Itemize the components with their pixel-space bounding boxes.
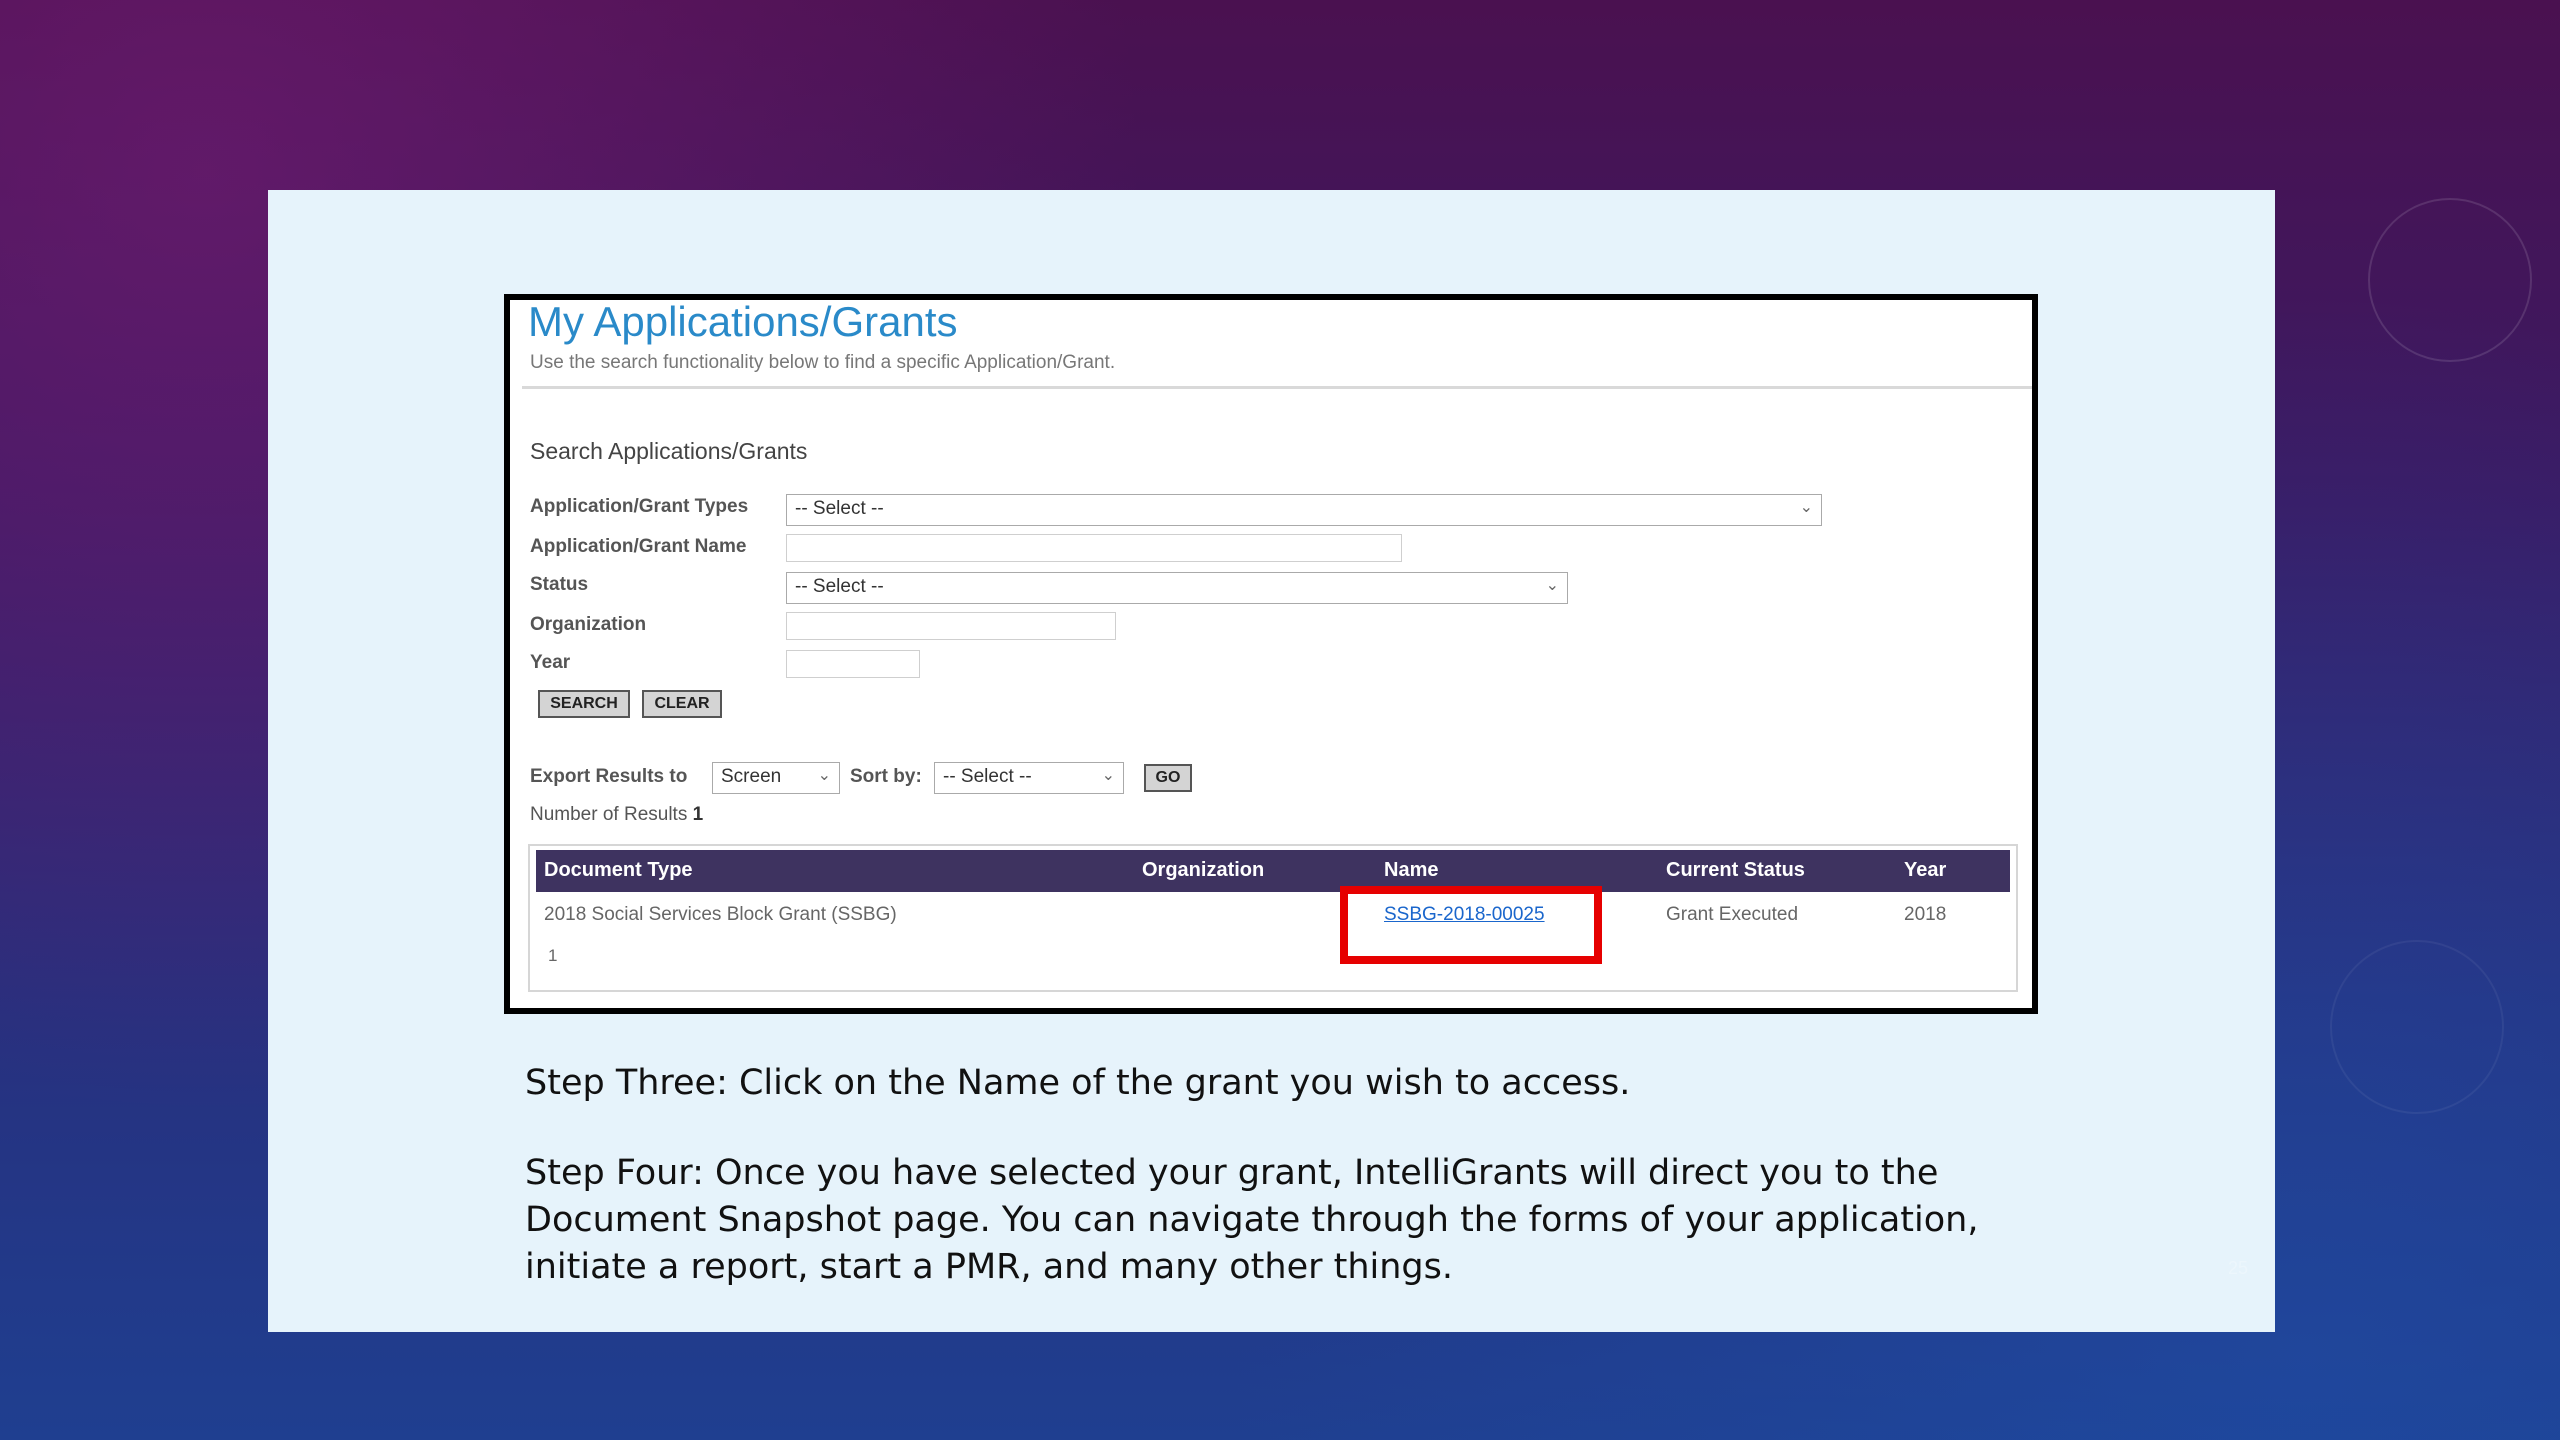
decorative-circle	[2368, 198, 2532, 362]
results-count-label: Number of Results	[530, 804, 688, 825]
column-header-current-status[interactable]: Current Status	[1666, 859, 1805, 882]
export-select[interactable]: Screen ⌄	[712, 762, 840, 794]
title-divider	[522, 386, 2032, 389]
results-table: Document Type Organization Name Current …	[528, 844, 2018, 992]
pagination-page[interactable]: 1	[548, 946, 557, 966]
chevron-down-icon: ⌄	[1101, 767, 1115, 784]
slide-page-number: 25	[2228, 1258, 2249, 1278]
status-value: -- Select --	[795, 576, 884, 597]
grant-name-input[interactable]	[786, 534, 1402, 562]
search-heading: Search Applications/Grants	[530, 438, 808, 464]
results-count: Number of Results 1	[530, 804, 703, 826]
step-three-text: Step Three: Click on the Name of the gra…	[525, 1063, 1631, 1103]
column-header-document-type[interactable]: Document Type	[544, 859, 693, 882]
table-header: Document Type Organization Name Current …	[536, 850, 2010, 892]
go-button[interactable]: GO	[1144, 764, 1192, 792]
status-label: Status	[530, 574, 589, 595]
chevron-down-icon: ⌄	[817, 767, 831, 784]
page-subtitle: Use the search functionality below to fi…	[530, 352, 1116, 373]
chevron-down-icon: ⌄	[1799, 499, 1813, 516]
grant-types-value: -- Select --	[795, 498, 884, 519]
grant-types-label: Application/Grant Types	[530, 496, 749, 517]
column-header-year[interactable]: Year	[1904, 859, 1946, 882]
column-header-name[interactable]: Name	[1384, 859, 1438, 882]
screenshot-frame: My Applications/Grants Use the search fu…	[504, 294, 2038, 1014]
organization-input[interactable]	[786, 612, 1116, 640]
cell-document-type: 2018 Social Services Block Grant (SSBG)	[544, 904, 897, 925]
step-four-text: Step Four: Once you have selected your g…	[525, 1153, 1979, 1287]
cell-current-status: Grant Executed	[1666, 904, 1799, 925]
sort-select[interactable]: -- Select -- ⌄	[934, 762, 1124, 794]
grant-name-label: Application/Grant Name	[530, 536, 747, 557]
grant-types-select[interactable]: -- Select -- ⌄	[786, 494, 1822, 526]
organization-label: Organization	[530, 614, 647, 635]
year-label: Year	[530, 652, 571, 673]
export-label: Export Results to	[530, 766, 688, 787]
results-count-value: 1	[692, 804, 704, 825]
page-title: My Applications/Grants	[528, 298, 958, 345]
sort-label: Sort by:	[850, 766, 922, 787]
slide-content-panel: My Applications/Grants Use the search fu…	[268, 190, 2275, 1332]
highlight-box	[1340, 886, 1602, 964]
chevron-down-icon: ⌄	[1545, 577, 1559, 594]
sort-value: -- Select --	[943, 766, 1032, 787]
search-button[interactable]: SEARCH	[538, 690, 630, 718]
year-input[interactable]	[786, 650, 920, 678]
status-select[interactable]: -- Select -- ⌄	[786, 572, 1568, 604]
column-header-organization[interactable]: Organization	[1142, 859, 1264, 882]
clear-button[interactable]: CLEAR	[642, 690, 722, 718]
cell-year: 2018	[1904, 904, 1947, 925]
export-value: Screen	[721, 766, 782, 787]
decorative-circle	[2330, 940, 2504, 1114]
